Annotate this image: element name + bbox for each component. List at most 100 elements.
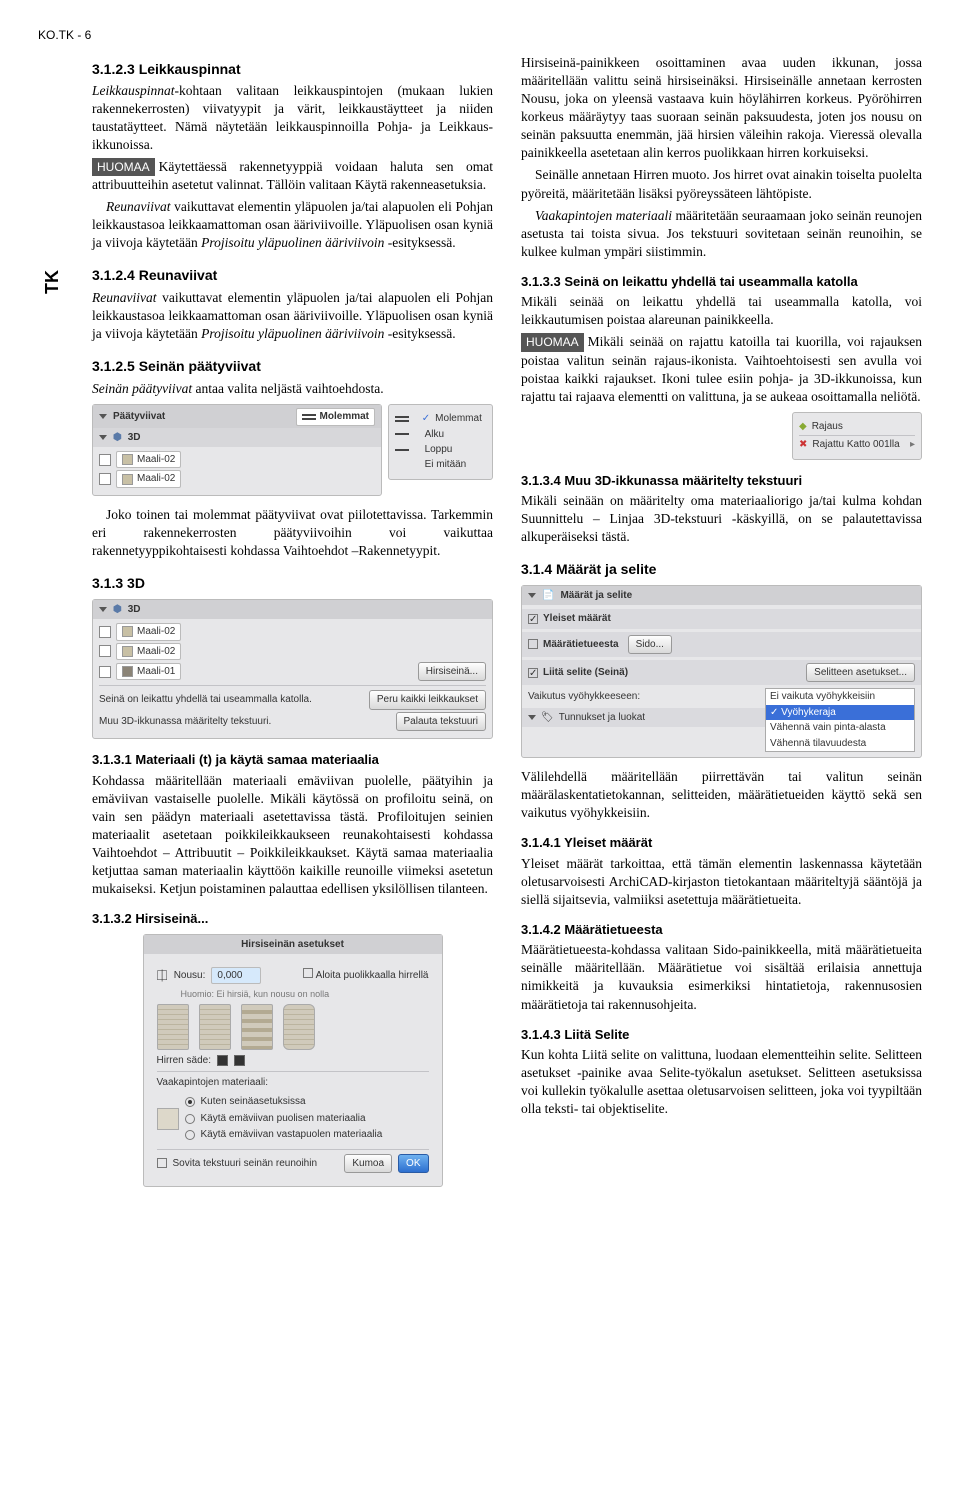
material-chip[interactable]: Maali-01 — [116, 663, 181, 680]
figure-3d-panel: ⬢3D Maali-02 Maali-02 Maali-01Hirsiseinä… — [92, 599, 493, 739]
radio-option[interactable] — [185, 1130, 195, 1140]
log-preview-icon[interactable] — [283, 1004, 315, 1050]
para: Hirsiseinä-painikkeen osoittaminen avaa … — [521, 54, 922, 162]
menu-item[interactable]: Vähennä vain pinta-alasta — [766, 720, 914, 735]
material-icon[interactable] — [99, 454, 111, 466]
para: Välilehdellä määritellään piirrettävän t… — [521, 768, 922, 822]
note-badge: HUOMAA — [92, 158, 155, 176]
radio-option[interactable] — [185, 1097, 195, 1107]
restore-texture-button[interactable]: Palauta tekstuuri — [396, 712, 487, 731]
menu-item[interactable]: Ei vaikuta vyöhykkeisiin — [766, 689, 914, 704]
menu-item[interactable]: ✓Molemmat — [395, 412, 486, 425]
label: Käytä emäviivan vastapuolen materiaalia — [201, 1128, 383, 1141]
sido-button[interactable]: Sido... — [628, 635, 672, 654]
tri-icon — [99, 414, 107, 419]
note-para: HUOMAAMikäli seinää on rajattu katoilla … — [521, 333, 922, 405]
para: Yleiset määrät tarkoittaa, että tämän el… — [521, 855, 922, 909]
text: antaa valita neljästä vaihtoehdosta. — [192, 381, 384, 396]
note-para: HUOMAAKäytettäessä rakennetyyppiä voidaa… — [92, 158, 493, 194]
log-preview-icon[interactable] — [241, 1004, 273, 1050]
undo-cuts-button[interactable]: Peru kaikki leikkaukset — [369, 690, 486, 709]
tri-icon — [528, 715, 536, 720]
para: Vaakapintojen materiaali määritetään seu… — [521, 207, 922, 261]
figure-maarat-panel: 📄Määrät ja selite Yleiset määrät Määräti… — [521, 585, 922, 758]
term: Reunaviivat — [92, 290, 156, 305]
label: Nousu: — [174, 969, 206, 982]
maaratiet-checkbox[interactable] — [528, 639, 538, 649]
hirsi-button[interactable]: Hirsiseinä... — [418, 662, 486, 681]
info-text: Muu 3D-ikkunassa määritelty tekstuuri. — [99, 715, 271, 728]
heading-3-1-2-5: 3.1.2.5 Seinän päätyviivat — [92, 357, 493, 376]
term: Leikkauspinnat — [92, 83, 175, 98]
term: Projisoitu yläpuolinen ääriviivoin — [201, 235, 384, 250]
menu-item[interactable]: Loppu — [395, 443, 486, 456]
label: Yleiset määrät — [543, 612, 611, 625]
heading-3-1-4: 3.1.4 Määrät ja selite — [521, 560, 922, 579]
text: -esityksessä. — [384, 235, 455, 250]
heading-3-1-3: 3.1.3 3D — [92, 574, 493, 593]
log-preview-icon[interactable] — [199, 1004, 231, 1050]
material-icon[interactable] — [99, 473, 111, 485]
material-chip[interactable]: Maali-02 — [116, 470, 181, 487]
nousu-field[interactable]: 0,000 — [211, 967, 261, 984]
term: Seinän päätyviivat — [92, 381, 192, 396]
menu-item[interactable]: Ei mitään — [395, 458, 486, 471]
fit-texture-checkbox[interactable] — [157, 1158, 167, 1168]
label: Määrätietueesta — [543, 638, 619, 651]
heading-3-1-3-1: 3.1.3.1 Materiaali (t) ja käytä samaa ma… — [92, 751, 493, 768]
hint-text: Huomio: Ei hirsiä, kun nousu on nolla — [181, 988, 330, 1000]
para: Mikäli seinään on määritelty oma materia… — [521, 492, 922, 546]
material-icon[interactable] — [99, 666, 111, 678]
radius-icon[interactable] — [217, 1055, 228, 1066]
half-log-checkbox[interactable] — [303, 968, 313, 978]
label: Vaikutus vyöhykkeeseen: — [528, 690, 640, 703]
material-icon[interactable] — [99, 645, 111, 657]
selite-asetukset-button[interactable]: Selitteen asetukset... — [806, 663, 915, 682]
menu-item[interactable]: Rajaus — [812, 420, 843, 433]
menu-item[interactable]: Rajattu Katto 001lla — [812, 438, 899, 451]
note-badge: HUOMAA — [521, 333, 584, 351]
dropdown-selected[interactable]: Molemmat — [296, 408, 375, 425]
material-chip[interactable]: Maali-02 — [116, 623, 181, 640]
ok-button[interactable]: OK — [398, 1154, 428, 1173]
radio-option[interactable] — [185, 1114, 195, 1124]
tri-icon — [99, 435, 107, 440]
para: Reunaviivat vaikuttavat elementin yläpuo… — [92, 198, 493, 252]
term: Vaakapintojen materiaali — [535, 208, 672, 223]
menu-item[interactable]: Alku — [395, 428, 486, 441]
panel-title: Päätyviivat — [113, 410, 165, 423]
para: Seinälle annetaan Hirren muoto. Jos hirr… — [521, 166, 922, 202]
para: Reunaviivat vaikuttavat elementin yläpuo… — [92, 289, 493, 343]
material-chip[interactable]: Maali-02 — [116, 451, 181, 468]
para: Määrätietueesta-kohdassa valitaan Sido-p… — [521, 941, 922, 1013]
tri-icon — [99, 607, 107, 612]
figure-hirsi-dialog: Hirsiseinän asetukset ⎅Nousu:0,000 Aloit… — [92, 934, 493, 1188]
liita-checkbox[interactable] — [528, 668, 538, 678]
tri-icon — [528, 593, 536, 598]
heading-3-1-3-3: 3.1.3.3 Seinä on leikattu yhdellä tai us… — [521, 273, 922, 290]
heading-3-1-2-3: 3.1.2.3 Leikkauspinnat — [92, 60, 493, 79]
menu-item[interactable]: Vähennä tilavuudesta — [766, 736, 914, 751]
heading-3-1-3-4: 3.1.3.4 Muu 3D-ikkunassa määritelty teks… — [521, 472, 922, 489]
label: Aloita puolikkaalla hirrellä — [316, 970, 429, 981]
material-chip[interactable]: Maali-02 — [116, 643, 181, 660]
para: Leikkauspinnat-kohtaan valitaan leikkaus… — [92, 82, 493, 154]
side-tab-label: TK — [42, 270, 63, 294]
cancel-button[interactable]: Kumoa — [344, 1154, 392, 1173]
section-3d: 3D — [128, 603, 141, 616]
heading-3-1-2-4: 3.1.2.4 Reunaviivat — [92, 266, 493, 285]
radius-icon[interactable] — [234, 1055, 245, 1066]
text: -esityksessä. — [384, 326, 455, 341]
figure-rajaus-menu: ◆Rajaus ✖Rajattu Katto 001lla▸ — [521, 412, 922, 460]
section-3d: 3D — [128, 431, 141, 444]
label: Vaakapintojen materiaali: — [157, 1076, 269, 1089]
material-icon[interactable] — [99, 626, 111, 638]
heading-3-1-4-1: 3.1.4.1 Yleiset määrät — [521, 834, 922, 851]
menu-item-selected[interactable]: ✓ Vyöhykeraja — [766, 705, 914, 720]
log-preview-icon[interactable] — [157, 1004, 189, 1050]
para: Seinän päätyviivat antaa valita neljästä… — [92, 380, 493, 398]
yleiset-checkbox[interactable] — [528, 614, 538, 624]
label: Liitä selite (Seinä) — [543, 666, 628, 679]
term: Reunaviivat — [106, 199, 170, 214]
heading-3-1-4-3: 3.1.4.3 Liitä Selite — [521, 1026, 922, 1043]
